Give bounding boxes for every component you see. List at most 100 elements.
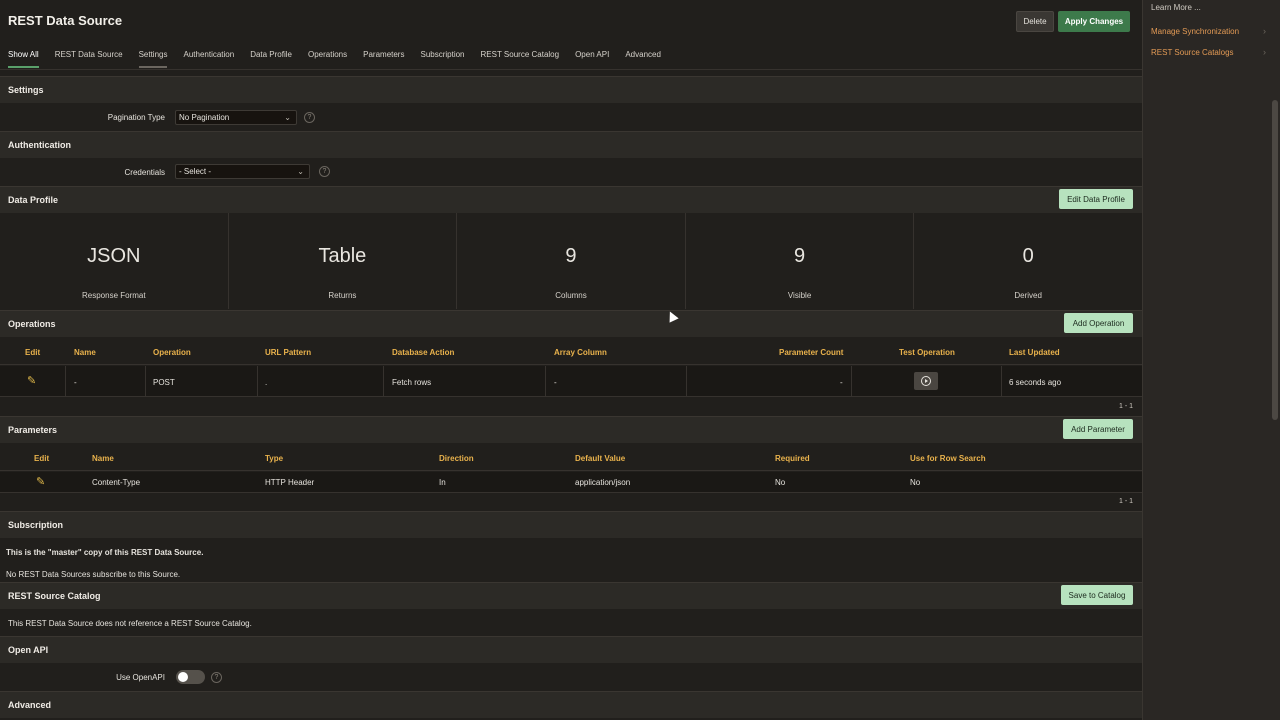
table-row: ✎ Content-Type HTTP Header In applicatio… <box>0 472 1142 493</box>
stat-value: 9 <box>565 245 577 267</box>
tab-advanced[interactable]: Advanced <box>625 50 661 64</box>
stat-visible: 9 Visible <box>686 213 915 309</box>
tab-show-all[interactable]: Show All <box>8 50 39 68</box>
tab-settings[interactable]: Settings <box>138 50 167 68</box>
cell-name: - <box>74 378 77 387</box>
operations-section-header: Operations <box>0 310 1142 337</box>
tab-authentication[interactable]: Authentication <box>183 50 234 64</box>
chevron-right-icon: › <box>1263 47 1266 57</box>
rest-source-catalogs-link[interactable]: REST Source Catalogs <box>1151 48 1234 57</box>
column-header[interactable]: Required <box>775 454 810 463</box>
column-header[interactable]: Default Value <box>575 454 625 463</box>
parameters-table-header: Edit Name Type Direction Default Value R… <box>0 444 1142 471</box>
help-icon[interactable]: ? <box>211 672 222 683</box>
column-divider <box>257 366 258 397</box>
table-row: ✎ - POST . Fetch rows - - 6 seconds ago <box>0 366 1142 397</box>
pagination-type-select[interactable]: No Pagination ⌄ <box>175 110 297 125</box>
cell-parameter-count: - <box>840 378 843 387</box>
open-api-heading: Open API <box>8 645 49 655</box>
parameters-heading: Parameters <box>8 425 58 435</box>
tab-data-profile[interactable]: Data Profile <box>250 50 292 64</box>
chevron-down-icon: ⌄ <box>284 113 291 122</box>
delete-button[interactable]: Delete <box>1016 11 1054 32</box>
column-header[interactable]: URL Pattern <box>265 348 311 357</box>
catalog-heading: REST Source Catalog <box>8 591 101 601</box>
help-icon[interactable]: ? <box>304 112 315 123</box>
cell-type: HTTP Header <box>265 478 315 487</box>
edit-pencil-icon[interactable]: ✎ <box>36 475 45 488</box>
stat-returns: Table Returns <box>229 213 458 309</box>
operations-heading: Operations <box>8 319 56 329</box>
column-header[interactable]: Test Operation <box>899 348 955 357</box>
settings-heading: Settings <box>8 85 44 95</box>
apply-changes-button[interactable]: Apply Changes <box>1058 11 1130 32</box>
scrollbar[interactable] <box>1272 100 1278 420</box>
column-header[interactable]: Edit <box>34 454 49 463</box>
stat-value: 0 <box>1022 245 1034 267</box>
add-operation-button[interactable]: Add Operation <box>1064 313 1133 333</box>
settings-section-header: Settings <box>0 76 1142 103</box>
cell-url-pattern: . <box>265 378 268 387</box>
parameters-pager: 1 - 1 <box>1119 498 1134 505</box>
column-header[interactable]: Use for Row Search <box>910 454 986 463</box>
toggle-knob <box>178 672 188 682</box>
open-api-section-header: Open API <box>0 636 1142 663</box>
tab-operations[interactable]: Operations <box>308 50 347 64</box>
column-header[interactable]: Edit <box>25 348 40 357</box>
tab-rest-data-source[interactable]: REST Data Source <box>55 50 123 64</box>
cell-array-column: - <box>554 378 557 387</box>
right-side-panel: Learn More ... Manage Synchronization › … <box>1142 0 1280 720</box>
data-profile-section-header: Data Profile <box>0 186 1142 213</box>
stat-columns: 9 Columns <box>457 213 686 309</box>
column-header[interactable]: Operation <box>153 348 191 357</box>
tab-open-api[interactable]: Open API <box>575 50 609 64</box>
test-operation-button[interactable] <box>914 372 938 390</box>
cell-default-value: application/json <box>575 478 631 487</box>
tab-rest-source-catalog[interactable]: REST Source Catalog <box>481 50 560 64</box>
stat-caption: Columns <box>555 291 587 300</box>
column-header[interactable]: Name <box>74 348 96 357</box>
column-header[interactable]: Name <box>92 454 114 463</box>
column-header[interactable]: Direction <box>439 454 474 463</box>
cell-database-action: Fetch rows <box>392 378 432 387</box>
tab-parameters[interactable]: Parameters <box>363 50 404 64</box>
authentication-heading: Authentication <box>8 140 71 150</box>
learn-more-link[interactable]: Learn More ... <box>1151 3 1201 12</box>
subscription-section-header: Subscription <box>0 511 1142 538</box>
tab-bar: Show All REST Data Source Settings Authe… <box>0 50 669 68</box>
column-divider <box>383 366 384 397</box>
manage-synchronization-link[interactable]: Manage Synchronization <box>1151 27 1239 36</box>
subscription-heading: Subscription <box>8 520 64 530</box>
pagination-type-value: No Pagination <box>179 113 230 122</box>
use-openapi-toggle[interactable] <box>176 670 205 684</box>
advanced-heading: Advanced <box>8 700 52 710</box>
tab-subscription[interactable]: Subscription <box>420 50 464 64</box>
cell-last-updated: 6 seconds ago <box>1009 378 1062 387</box>
edit-data-profile-button[interactable]: Edit Data Profile <box>1059 189 1133 209</box>
stat-derived: 0 Derived <box>914 213 1142 309</box>
stat-value: Table <box>318 245 367 267</box>
help-icon[interactable]: ? <box>319 166 330 177</box>
save-to-catalog-button[interactable]: Save to Catalog <box>1061 585 1133 605</box>
cell-row-search: No <box>910 478 921 487</box>
column-divider <box>1001 366 1002 397</box>
column-header[interactable]: Last Updated <box>1009 348 1060 357</box>
cell-operation: POST <box>153 378 175 387</box>
stat-caption: Visible <box>787 291 812 300</box>
authentication-section-header: Authentication <box>0 131 1142 158</box>
cell-name: Content-Type <box>92 478 141 487</box>
use-openapi-label: Use OpenAPI <box>116 673 165 682</box>
add-parameter-button[interactable]: Add Parameter <box>1063 419 1133 439</box>
column-header[interactable]: Type <box>265 454 283 463</box>
column-header[interactable]: Array Column <box>554 348 607 357</box>
column-divider <box>65 366 66 397</box>
credentials-select[interactable]: - Select - ⌄ <box>175 164 310 179</box>
data-profile-stats: JSON Response Format Table Returns 9 Col… <box>0 213 1142 309</box>
edit-pencil-icon[interactable]: ✎ <box>27 374 36 387</box>
data-profile-heading: Data Profile <box>8 195 59 205</box>
page-title: REST Data Source <box>8 13 123 28</box>
cell-direction: In <box>439 478 446 487</box>
column-header[interactable]: Database Action <box>392 348 454 357</box>
stat-response-format: JSON Response Format <box>0 213 229 309</box>
column-header[interactable]: Parameter Count <box>779 348 843 357</box>
